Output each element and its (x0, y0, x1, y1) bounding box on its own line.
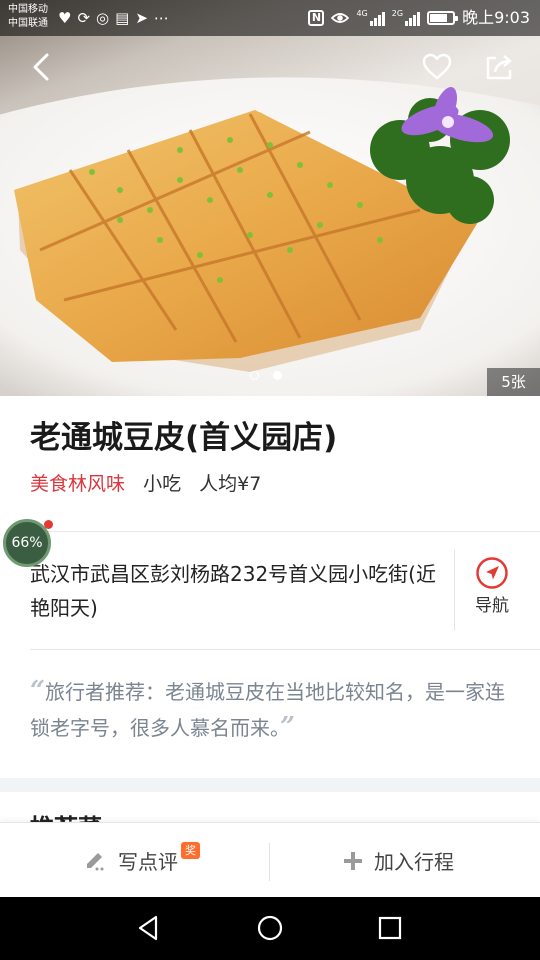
plus-icon (344, 851, 362, 870)
status-bar: 中国移动 中国联通 ♥ ⟳ ◎ ▤ ➤ ⋯ N 4G 2G 晚上9:03 (0, 0, 540, 36)
notification-dot (44, 520, 53, 529)
recommendation-text: 旅行者推荐：老通城豆皮在当地比较知名，是一家连锁老字号，很多人慕名而来。 (30, 680, 505, 740)
system-navigation-bar (0, 897, 540, 960)
open-quote-icon: “ (30, 676, 45, 706)
traveler-recommendation: “旅行者推荐：老通城豆皮在当地比较知名，是一家连锁老字号，很多人慕名而来。” (30, 674, 514, 746)
add-to-trip-label: 加入行程 (374, 850, 454, 874)
divider (30, 649, 540, 650)
system-back-icon[interactable] (134, 913, 164, 943)
carrier-labels: 中国移动 中国联通 (8, 3, 48, 31)
navigate-label: 导航 (475, 596, 509, 616)
carousel-dot-active (273, 371, 282, 380)
restaurant-detail-page: 中国移动 中国联通 ♥ ⟳ ◎ ▤ ➤ ⋯ N 4G 2G 晚上9:03 5张 … (0, 0, 540, 960)
restaurant-name: 老通城豆皮(首义园店) (30, 420, 338, 456)
carousel-dots (250, 371, 282, 380)
write-review-button[interactable]: 写点评 奖 (84, 823, 200, 898)
notification-icons: ♥ ⟳ ◎ ▤ ➤ ⋯ (58, 9, 175, 27)
telegram-icon: ➤ (135, 9, 148, 27)
battery-level (430, 14, 447, 22)
restaurant-meta: 美食林风味 小吃 人均¥7 (30, 470, 273, 498)
back-arrow-icon (33, 53, 49, 81)
signal-1-label: 4G (356, 9, 368, 18)
average-price: 人均¥7 (199, 473, 262, 495)
bottom-action-bar: 写点评 奖 加入行程 (0, 822, 540, 897)
divider (30, 531, 540, 532)
hero-photo-carousel[interactable]: 中国移动 中国联通 ♥ ⟳ ◎ ▤ ➤ ⋯ N 4G 2G 晚上9:03 5张 (0, 0, 540, 396)
photo-count-badge[interactable]: 5张 (487, 368, 540, 396)
food-photo (0, 77, 540, 396)
more-icon: ⋯ (153, 9, 169, 27)
system-status: N 4G 2G 晚上9:03 (308, 8, 530, 28)
section-separator (0, 778, 540, 792)
eye-icon (331, 13, 350, 23)
share-icon (486, 55, 512, 80)
heart-outline-icon (422, 53, 452, 80)
heart-monitor-icon: ♥ (58, 9, 72, 27)
address-text[interactable]: 武汉市武昌区彭刘杨路232号首义园小吃街(近艳阳天) (30, 557, 440, 625)
carrier-1: 中国移动 (8, 4, 48, 15)
signal-2-label: 2G (391, 9, 404, 18)
app-icon: ◎ (96, 9, 110, 27)
pencil-icon (87, 852, 104, 870)
restaurant-category: 小吃 (143, 473, 182, 495)
navigate-button[interactable]: 导航 (462, 556, 522, 626)
restaurant-tag[interactable]: 美食林风味 (30, 473, 125, 495)
message-icon: ▤ (115, 9, 130, 27)
sync-icon: ⟳ (77, 9, 91, 27)
write-review-label: 写点评 (118, 850, 178, 874)
carousel-dot (250, 371, 259, 380)
reward-badge: 奖 (181, 842, 200, 859)
divider (269, 843, 270, 881)
nfc-icon: N (308, 10, 325, 26)
add-to-trip-button[interactable]: 加入行程 (342, 823, 454, 898)
system-recent-apps-icon[interactable] (375, 913, 405, 943)
clock: 晚上9:03 (462, 8, 530, 27)
navigation-arrow-icon (476, 557, 508, 589)
system-home-icon[interactable] (255, 913, 285, 943)
carrier-2: 中国联通 (8, 18, 48, 29)
signal-2-icon: 2G (391, 9, 421, 26)
battery-icon (427, 11, 459, 25)
share-button[interactable] (482, 50, 516, 84)
back-button[interactable] (24, 50, 58, 84)
close-quote-icon: ” (280, 712, 295, 742)
divider (454, 550, 455, 630)
signal-1-icon: 4G (356, 9, 385, 26)
favorite-button[interactable] (420, 50, 454, 84)
